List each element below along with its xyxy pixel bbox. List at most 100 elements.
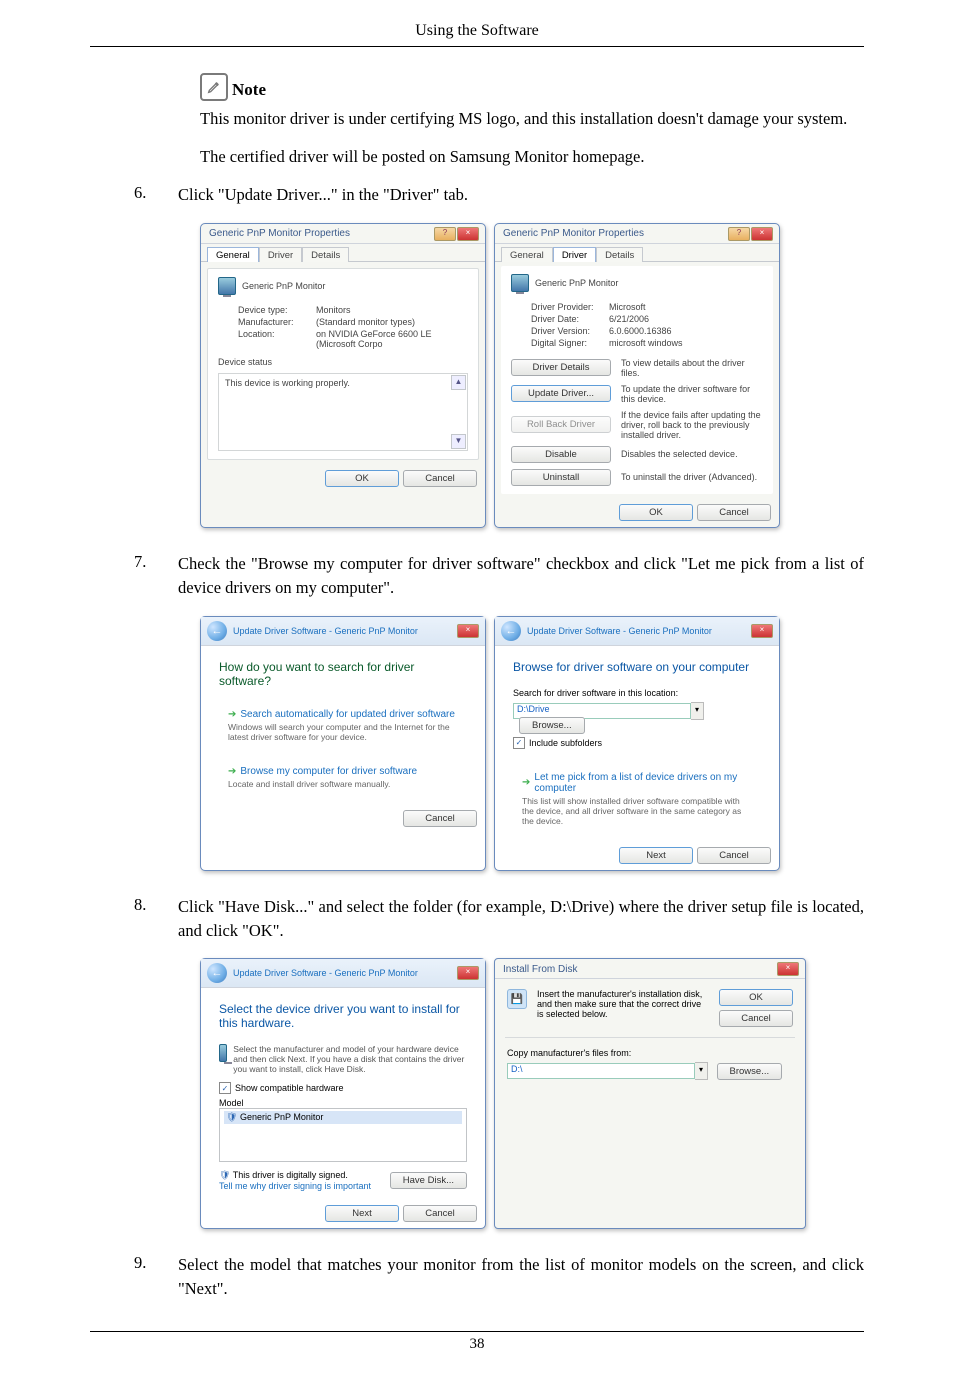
loc-value: on NVIDIA GeForce 6600 LE (Microsoft Cor…	[316, 329, 468, 349]
install-from-disk-dialog: Install From Disk × 💾 Insert the manufac…	[494, 958, 806, 1229]
tab-details[interactable]: Details	[302, 247, 349, 262]
wiz-title: Select the device driver you want to ins…	[219, 1002, 467, 1030]
ver-label: Driver Version:	[531, 326, 609, 336]
prov-label: Driver Provider:	[531, 302, 609, 312]
figure-6: Generic PnP Monitor Properties ? × Gener…	[200, 223, 864, 528]
wizard-browse-window: ← Update Driver Software - Generic PnP M…	[494, 616, 780, 871]
cancel-button[interactable]: Cancel	[697, 504, 771, 521]
shield-icon: 🛡	[226, 1112, 237, 1122]
tab-pane: Generic PnP Monitor Driver Provider:Micr…	[501, 266, 773, 494]
option-browse[interactable]: ➔Browse my computer for driver software …	[219, 759, 467, 796]
cancel-button[interactable]: Cancel	[403, 810, 477, 827]
date-value: 6/21/2006	[609, 314, 649, 324]
cancel-button[interactable]: Cancel	[719, 1010, 793, 1027]
disable-button[interactable]: Disable	[511, 446, 611, 463]
tab-pane: Generic PnP Monitor Device type:Monitors…	[207, 268, 479, 460]
note-line2: The certified driver will be posted on S…	[200, 145, 864, 169]
driver-details-button[interactable]: Driver Details	[511, 359, 611, 376]
tab-driver[interactable]: Driver	[259, 247, 302, 262]
option-pick[interactable]: ➔Let me pick from a list of device drive…	[513, 765, 761, 833]
ver-value: 6.0.6000.16386	[609, 326, 672, 336]
uninstall-desc: To uninstall the driver (Advanced).	[621, 472, 757, 482]
arrow-icon: ➔	[522, 777, 530, 788]
close-button[interactable]: ×	[751, 624, 773, 638]
close-button[interactable]: ×	[457, 227, 479, 241]
step-9-num: 9.	[134, 1253, 154, 1273]
note-block: Note This monitor driver is under certif…	[200, 73, 864, 169]
scroll-down-icon[interactable]: ▼	[451, 434, 466, 449]
devtype-value: Monitors	[316, 305, 351, 315]
model-item-label: Generic PnP Monitor	[240, 1112, 323, 1122]
show-compatible[interactable]: ✓ Show compatible hardware	[219, 1082, 344, 1094]
search-label: Search for driver software in this locat…	[513, 688, 761, 698]
help-button[interactable]: ?	[728, 227, 750, 241]
prov-value: Microsoft	[609, 302, 646, 312]
tab-general[interactable]: General	[501, 247, 553, 262]
signed-label: This driver is digitally signed.	[233, 1170, 348, 1180]
browse-button[interactable]: Browse...	[717, 1063, 783, 1080]
scroll-up-icon[interactable]: ▲	[451, 375, 466, 390]
cancel-button[interactable]: Cancel	[697, 847, 771, 864]
include-subfolders[interactable]: ✓ Include subfolders	[513, 737, 602, 749]
option-auto[interactable]: ➔Search automatically for updated driver…	[219, 702, 467, 749]
option-browse-title: Browse my computer for driver software	[240, 766, 417, 777]
tab-general[interactable]: General	[207, 247, 259, 262]
next-button[interactable]: Next	[325, 1205, 399, 1222]
doc-header-title: Using the Software	[415, 22, 539, 39]
help-button[interactable]: ?	[434, 227, 456, 241]
devtype-label: Device type:	[238, 305, 316, 315]
close-button[interactable]: ×	[751, 227, 773, 241]
checkbox-icon: ✓	[219, 1082, 231, 1094]
step-7-text: Check the "Browse my computer for driver…	[178, 552, 864, 600]
window-controls: ? ×	[434, 227, 479, 241]
close-button[interactable]: ×	[777, 962, 799, 976]
browse-button[interactable]: Browse...	[519, 717, 585, 734]
mfr-value: (Standard monitor types)	[316, 317, 415, 327]
signing-link[interactable]: Tell me why driver signing is important	[219, 1181, 371, 1191]
driver-details-desc: To view details about the driver files.	[621, 358, 763, 378]
titlebar: Generic PnP Monitor Properties ? ×	[201, 224, 485, 244]
close-button[interactable]: ×	[457, 624, 479, 638]
copy-path-input[interactable]: D:\	[507, 1063, 695, 1079]
ok-button[interactable]: OK	[619, 504, 693, 521]
wiz-title: Browse for driver software on your compu…	[513, 660, 761, 674]
back-icon[interactable]: ←	[207, 963, 227, 983]
step-7-num: 7.	[134, 552, 154, 572]
wiz-head: ← Update Driver Software - Generic PnP M…	[495, 617, 779, 646]
update-driver-button[interactable]: Update Driver...	[511, 385, 611, 402]
close-button[interactable]: ×	[457, 966, 479, 980]
window-title: Generic PnP Monitor Properties	[503, 228, 644, 239]
option-browse-desc: Locate and install driver software manua…	[228, 779, 458, 789]
note-title: Note	[232, 80, 266, 101]
note-heading: Note	[200, 73, 864, 101]
install-msg: Insert the manufacturer's installation d…	[537, 989, 709, 1027]
mfr-label: Manufacturer:	[238, 317, 316, 327]
wiz-title: How do you want to search for driver sof…	[219, 660, 467, 688]
sig-value: microsoft windows	[609, 338, 683, 348]
wiz-crumb: Update Driver Software - Generic PnP Mon…	[233, 626, 418, 636]
back-icon[interactable]: ←	[207, 621, 227, 641]
step-6-text: Click "Update Driver..." in the "Driver"…	[178, 183, 864, 207]
cancel-button[interactable]: Cancel	[403, 1205, 477, 1222]
have-disk-button[interactable]: Have Disk...	[390, 1172, 467, 1189]
titlebar: Install From Disk ×	[495, 959, 805, 979]
ok-button[interactable]: OK	[719, 989, 793, 1006]
step-9: 9. Select the model that matches your mo…	[134, 1253, 864, 1301]
model-list[interactable]: 🛡 Generic PnP Monitor	[219, 1108, 467, 1162]
rollback-button[interactable]: Roll Back Driver	[511, 416, 611, 433]
arrow-icon: ➔	[228, 709, 236, 720]
dropdown-icon[interactable]: ▾	[695, 1062, 708, 1080]
driver-actions: Driver Details To view details about the …	[511, 358, 763, 486]
ok-button[interactable]: OK	[325, 470, 399, 487]
device-name: Generic PnP Monitor	[242, 281, 325, 291]
back-icon[interactable]: ←	[501, 621, 521, 641]
tab-details[interactable]: Details	[596, 247, 643, 262]
next-button[interactable]: Next	[619, 847, 693, 864]
monitor-icon	[511, 274, 529, 292]
dialog-buttons: OK Cancel	[201, 464, 485, 493]
device-header: Generic PnP Monitor	[218, 277, 468, 295]
uninstall-button[interactable]: Uninstall	[511, 469, 611, 486]
tab-driver[interactable]: Driver	[553, 247, 596, 262]
dropdown-icon[interactable]: ▾	[691, 702, 704, 720]
cancel-button[interactable]: Cancel	[403, 470, 477, 487]
